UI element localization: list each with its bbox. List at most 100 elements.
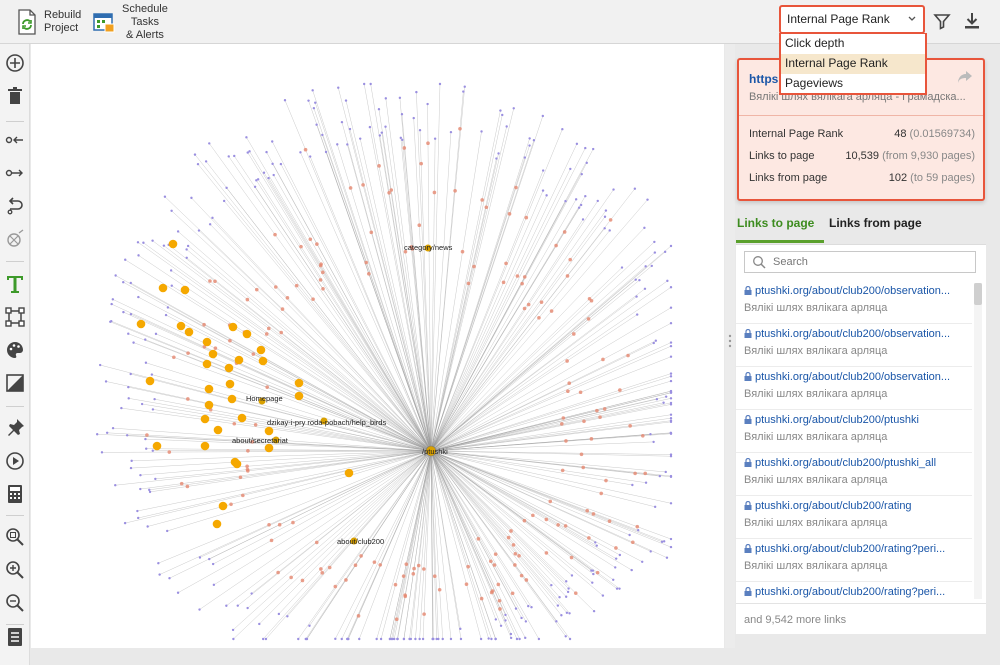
link-list-item[interactable]: ptushki.org/about/club200/rating?peri...… <box>736 539 972 582</box>
graph-node[interactable] <box>311 297 315 301</box>
graph-node[interactable] <box>618 587 621 590</box>
page-node-large[interactable] <box>225 379 235 389</box>
graph-node[interactable] <box>630 568 633 572</box>
graph-node[interactable] <box>604 209 608 212</box>
graph-node[interactable] <box>208 557 211 561</box>
graph-node[interactable] <box>537 637 541 641</box>
graph-node[interactable] <box>644 265 647 268</box>
graph-node[interactable] <box>344 99 348 102</box>
graph-node[interactable] <box>561 416 566 420</box>
graph-node[interactable] <box>125 434 129 437</box>
graph-node[interactable] <box>404 562 409 566</box>
graph-node[interactable] <box>646 198 649 201</box>
graph-node[interactable] <box>104 380 108 383</box>
graph-node[interactable] <box>497 598 502 603</box>
graph-node[interactable] <box>422 612 426 616</box>
graph-node[interactable] <box>225 604 228 607</box>
graph-node[interactable] <box>378 134 382 137</box>
graph-node[interactable] <box>294 283 299 288</box>
expand-outgoing-icon[interactable] <box>4 162 26 184</box>
graph-node[interactable] <box>644 481 648 484</box>
graph-node[interactable] <box>643 471 648 476</box>
page-node-large[interactable] <box>202 359 212 369</box>
graph-node[interactable] <box>494 637 497 641</box>
graph-node[interactable] <box>595 570 600 575</box>
page-node-large[interactable] <box>227 394 237 404</box>
graph-node[interactable] <box>514 185 518 190</box>
graph-node[interactable] <box>229 502 233 507</box>
graph-node[interactable] <box>431 637 434 641</box>
graph-node[interactable] <box>432 574 437 579</box>
graph-node[interactable] <box>504 619 507 622</box>
page-node-large[interactable] <box>294 391 304 401</box>
graph-node[interactable] <box>157 562 160 565</box>
graph-node[interactable] <box>574 198 578 201</box>
graph-node[interactable] <box>337 86 340 89</box>
graph-node[interactable] <box>498 607 502 611</box>
graph-node[interactable] <box>524 578 529 582</box>
graph-node[interactable] <box>127 385 130 389</box>
graph-node[interactable] <box>196 162 200 166</box>
graph-node[interactable] <box>416 563 421 568</box>
graph-node[interactable] <box>476 537 481 541</box>
graph-node[interactable] <box>669 413 673 416</box>
graph-node[interactable] <box>324 150 328 154</box>
page-node-large[interactable] <box>152 441 162 451</box>
graph-node[interactable] <box>565 274 570 278</box>
graph-node[interactable] <box>653 251 657 254</box>
graph-node[interactable] <box>348 127 352 131</box>
graph-node[interactable] <box>154 332 158 336</box>
graph-node[interactable] <box>567 381 572 385</box>
page-node-large[interactable] <box>218 501 228 511</box>
graph-node[interactable] <box>412 566 416 571</box>
graph-node[interactable] <box>581 465 586 470</box>
graph-node[interactable] <box>565 580 568 583</box>
graph-node[interactable] <box>258 622 261 626</box>
graph-node[interactable] <box>520 616 523 620</box>
graph-node[interactable] <box>607 519 612 523</box>
graph-node[interactable] <box>320 571 325 575</box>
graph-node[interactable] <box>669 397 673 400</box>
graph-node[interactable] <box>437 587 442 592</box>
graph-canvas[interactable]: category/news Homepage dzikay-i-pry roda… <box>31 44 724 648</box>
graph-node[interactable] <box>369 82 372 86</box>
graph-node[interactable] <box>519 573 524 578</box>
graph-node[interactable] <box>277 522 282 527</box>
graph-node[interactable] <box>569 555 574 560</box>
graph-node[interactable] <box>130 459 133 463</box>
page-node-large[interactable] <box>228 322 238 332</box>
page-node-large[interactable] <box>230 457 240 467</box>
graph-node[interactable] <box>664 395 668 398</box>
page-node-large[interactable] <box>208 349 218 359</box>
page-node-large[interactable] <box>136 319 146 329</box>
graph-node[interactable] <box>300 578 305 583</box>
graph-node[interactable] <box>250 592 253 595</box>
graph-node[interactable] <box>669 379 673 383</box>
graph-node[interactable] <box>321 286 325 291</box>
graph-node[interactable] <box>415 90 418 94</box>
graph-node[interactable] <box>145 447 148 450</box>
graph-node[interactable] <box>409 637 413 641</box>
page-node-large[interactable] <box>234 355 244 365</box>
graph-node[interactable] <box>402 637 406 641</box>
page-node-large[interactable] <box>176 321 186 331</box>
graph-node[interactable] <box>615 587 619 590</box>
graph-node[interactable] <box>669 244 673 248</box>
graph-node[interactable] <box>362 82 366 86</box>
graph-node[interactable] <box>554 243 558 248</box>
graph-node[interactable] <box>558 596 561 599</box>
graph-node[interactable] <box>266 326 271 331</box>
graph-node[interactable] <box>584 146 587 150</box>
graph-node[interactable] <box>98 363 102 367</box>
graph-node[interactable] <box>490 637 493 641</box>
graph-node[interactable] <box>393 582 398 587</box>
graph-node[interactable] <box>566 590 570 594</box>
graph-node[interactable] <box>601 357 605 362</box>
graph-node[interactable] <box>660 540 664 544</box>
graph-node[interactable] <box>146 525 149 528</box>
zoom-fit-icon[interactable] <box>4 526 26 548</box>
graph-node[interactable] <box>592 572 595 576</box>
graph-node[interactable] <box>333 584 338 589</box>
graph-node[interactable] <box>524 620 528 623</box>
graph-node[interactable] <box>144 338 147 341</box>
